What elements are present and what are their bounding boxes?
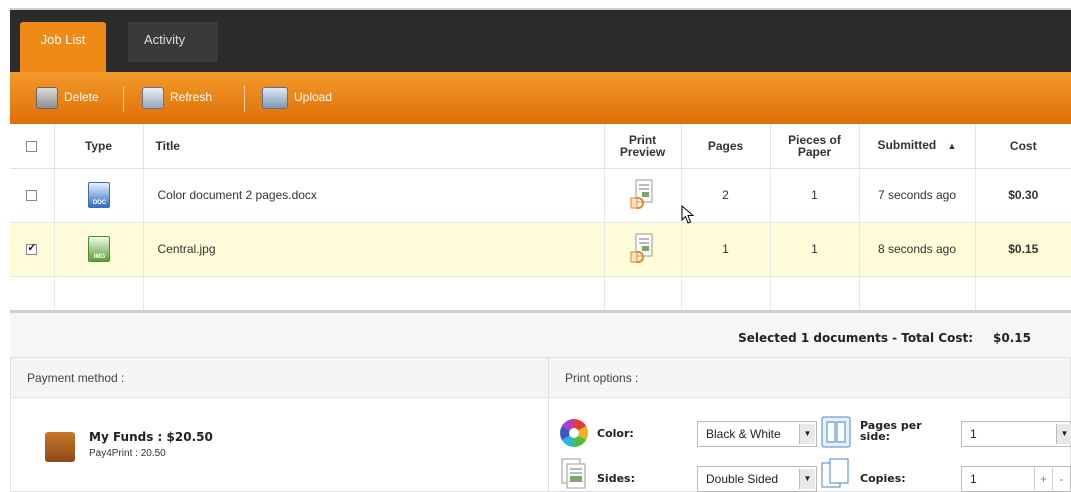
my-funds-option[interactable]: My Funds : $20.50 xyxy=(89,430,213,444)
chevron-down-icon[interactable]: ▼ xyxy=(799,469,815,489)
summary-total: $0.15 xyxy=(993,331,1031,345)
empty-row xyxy=(10,276,1071,311)
print-options-panel: Print options : Color: Black & White ▼ P… xyxy=(549,357,1071,492)
column-header-type[interactable]: Type xyxy=(54,124,144,169)
toolbar: Delete Refresh Upload xyxy=(10,72,1071,124)
copies-input[interactable]: 1 + - xyxy=(961,466,1071,492)
type-cell: DOC xyxy=(54,168,144,223)
row-select-cell[interactable] xyxy=(10,168,55,223)
row-select-cell[interactable] xyxy=(10,222,55,277)
empty-cell xyxy=(143,276,605,311)
chevron-down-icon[interactable]: ▼ xyxy=(799,424,815,444)
sides-select-value: Double Sided xyxy=(706,472,779,486)
toolbar-divider xyxy=(123,86,124,112)
sides-select[interactable]: Double Sided ▼ xyxy=(697,466,817,492)
column-header-pieces[interactable]: Pieces of Paper xyxy=(770,124,860,169)
refresh-label: Refresh xyxy=(170,90,213,104)
tab-job-list[interactable]: Job List xyxy=(20,22,106,74)
cost-cell: $0.15 xyxy=(975,222,1071,277)
color-wheel-icon xyxy=(560,419,588,447)
pay4print-balance: Pay4Print : 20.50 xyxy=(89,448,166,459)
refresh-icon xyxy=(142,86,164,109)
table-row[interactable]: IMG Central.jpg 1 1 8 seconds ago $0.15 xyxy=(10,222,1071,277)
upload-icon xyxy=(262,86,288,109)
copies-label: Copies: xyxy=(860,472,906,485)
toolbar-divider xyxy=(244,86,245,112)
pages-cell: 1 xyxy=(681,222,771,277)
row-checkbox[interactable] xyxy=(26,190,38,202)
payment-header: Payment method : xyxy=(11,358,548,398)
total-summary: Selected 1 documents - Total Cost: $0.15 xyxy=(10,313,1071,357)
submitted-cell: 7 seconds ago xyxy=(859,168,976,223)
trash-icon xyxy=(36,86,58,109)
sort-ascending-icon: ▲ xyxy=(947,141,957,152)
print-preview-cell[interactable] xyxy=(604,168,682,223)
type-cell: IMG xyxy=(54,222,144,277)
pieces-cell: 1 xyxy=(770,168,860,223)
refresh-button[interactable]: Refresh xyxy=(142,84,212,110)
copies-icon xyxy=(821,458,849,488)
mouse-cursor-icon xyxy=(681,205,695,224)
payment-panel: Payment method : My Funds : $20.50 Pay4P… xyxy=(10,357,549,492)
tab-bar: Job List Activity xyxy=(10,8,1071,74)
table-header-row: Type Title Print Preview Pages Pieces of… xyxy=(10,124,1071,169)
top-strip xyxy=(0,0,1071,8)
sides-label: Sides: xyxy=(597,472,635,485)
upload-label: Upload xyxy=(294,90,333,104)
chevron-down-icon[interactable]: ▼ xyxy=(1056,424,1071,444)
upload-button[interactable]: Upload xyxy=(262,84,332,110)
file-type-label: DOC xyxy=(92,200,107,206)
pieces-cell: 1 xyxy=(770,222,860,277)
pages-per-side-select[interactable]: 1 ▼ xyxy=(961,421,1071,447)
copies-value: 1 xyxy=(970,472,977,486)
color-select[interactable]: Black & White ▼ xyxy=(697,421,817,447)
print-preview-icon[interactable] xyxy=(630,179,656,211)
pages-per-side-label-text: Pages per side: xyxy=(860,419,922,443)
column-header-cost[interactable]: Cost xyxy=(975,124,1071,169)
summary-text: Selected 1 documents - Total Cost: xyxy=(738,331,973,345)
table-row[interactable]: DOC Color document 2 pages.docx 2 1 7 se… xyxy=(10,168,1071,223)
column-header-pages[interactable]: Pages xyxy=(681,124,771,169)
doc-file-icon: DOC xyxy=(87,182,110,208)
file-type-label: IMG xyxy=(93,254,106,260)
increment-button[interactable]: + xyxy=(1034,468,1052,490)
submitted-header-label: Submitted xyxy=(877,138,937,153)
select-all-cell[interactable] xyxy=(10,124,55,169)
column-header-print-preview[interactable]: Print Preview xyxy=(604,124,682,169)
pages-per-side-value: 1 xyxy=(970,427,977,441)
sides-icon xyxy=(561,458,586,489)
select-all-checkbox[interactable] xyxy=(26,140,38,152)
delete-label: Delete xyxy=(64,90,99,104)
empty-cell xyxy=(10,276,55,311)
color-select-value: Black & White xyxy=(706,427,781,441)
delete-button[interactable]: Delete xyxy=(36,84,99,110)
pages-per-side-icon xyxy=(821,416,851,448)
job-table: Type Title Print Preview Pages Pieces of… xyxy=(10,124,1071,311)
title-cell: Central.jpg xyxy=(143,222,605,277)
decrement-button[interactable]: - xyxy=(1052,468,1070,490)
column-header-submitted[interactable]: Submitted ▲ xyxy=(859,124,976,169)
wallet-icon xyxy=(45,432,75,462)
empty-cell xyxy=(770,276,860,311)
empty-cell xyxy=(54,276,144,311)
empty-cell xyxy=(859,276,976,311)
print-options-header: Print options : xyxy=(549,358,1070,398)
title-cell: Color document 2 pages.docx xyxy=(143,168,605,223)
print-preview-cell[interactable] xyxy=(604,222,682,277)
image-file-icon: IMG xyxy=(87,236,110,262)
pages-per-side-label: Pages per side: xyxy=(860,420,922,442)
cost-cell: $0.30 xyxy=(975,168,1071,223)
submitted-cell: 8 seconds ago xyxy=(859,222,976,277)
row-checkbox[interactable] xyxy=(26,241,38,256)
print-preview-icon[interactable] xyxy=(630,233,656,265)
color-label: Color: xyxy=(597,427,634,440)
tab-activity[interactable]: Activity xyxy=(128,22,218,62)
column-header-title[interactable]: Title xyxy=(143,124,605,169)
empty-cell xyxy=(975,276,1071,311)
empty-cell xyxy=(681,276,771,311)
empty-cell xyxy=(604,276,682,311)
